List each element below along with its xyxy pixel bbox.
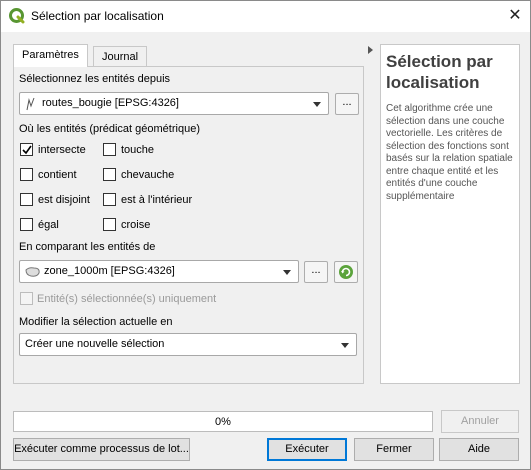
close-button[interactable]: Fermer xyxy=(354,438,434,461)
checkbox-equals-label: égal xyxy=(38,219,59,231)
checkbox-contains-label: contient xyxy=(38,169,77,181)
parameters-panel: Sélectionnez les entités depuis routes_b… xyxy=(13,66,364,384)
help-panel: Sélection par localisation Cet algorithm… xyxy=(380,44,520,384)
checkbox-disjoint-label: est disjoint xyxy=(38,194,90,206)
help-title: Sélection par localisation xyxy=(386,52,493,92)
checkbox-intersects[interactable] xyxy=(20,143,33,156)
checkbox-selected-only-label: Entité(s) sélectionnée(s) uniquement xyxy=(37,293,217,305)
line-layer-icon xyxy=(26,97,35,111)
compare-layer-value: zone_1000m [EPSG:4326] xyxy=(44,265,175,277)
checkbox-overlaps[interactable] xyxy=(103,168,116,181)
source-layer-combo[interactable]: routes_bougie [EPSG:4326] xyxy=(19,92,329,115)
title-bar: Sélection par localisation ✕ xyxy=(1,1,530,32)
close-window-button[interactable]: ✕ xyxy=(500,1,530,32)
checkbox-within-label: est à l'intérieur xyxy=(121,194,193,206)
progress-text: 0% xyxy=(215,416,231,428)
help-button[interactable]: Aide xyxy=(439,438,519,461)
chevron-down-icon xyxy=(341,343,349,348)
checkbox-within[interactable] xyxy=(103,193,116,206)
run-button[interactable]: Exécuter xyxy=(267,438,347,461)
window-title: Sélection par localisation xyxy=(31,9,164,23)
compare-label: En comparant les entités de xyxy=(19,241,156,253)
help-description: Cet algorithme crée une sélection dans u… xyxy=(386,103,513,202)
checkbox-crosses[interactable] xyxy=(103,218,116,231)
checkbox-equals[interactable] xyxy=(20,218,33,231)
modify-selection-label: Modifier la sélection actuelle en xyxy=(19,316,173,328)
select-from-label: Sélectionnez les entités depuis xyxy=(19,73,171,85)
checkmark-icon xyxy=(22,145,32,155)
checkbox-overlaps-label: chevauche xyxy=(121,169,175,181)
checkbox-disjoint[interactable] xyxy=(20,193,33,206)
checkbox-selected-only[interactable] xyxy=(20,292,33,305)
modify-selection-combo[interactable]: Créer une nouvelle sélection xyxy=(19,333,357,356)
chevron-down-icon xyxy=(313,102,321,107)
checkbox-touches-label: touche xyxy=(121,144,155,156)
checkbox-contains[interactable] xyxy=(20,168,33,181)
source-layer-value: routes_bougie [EPSG:4326] xyxy=(42,97,179,109)
chevron-down-icon xyxy=(283,270,291,275)
source-layer-browse-button[interactable]: ... xyxy=(335,93,359,115)
compare-layer-browse-button[interactable]: ... xyxy=(304,261,328,283)
polygon-layer-icon xyxy=(25,267,40,277)
cancel-button[interactable]: Annuler xyxy=(441,410,519,433)
compare-layer-combo[interactable]: zone_1000m [EPSG:4326] xyxy=(19,260,299,283)
iterate-button[interactable] xyxy=(334,261,358,283)
batch-process-button[interactable]: Exécuter comme processus de lot... xyxy=(13,438,190,461)
tab-log[interactable]: Journal xyxy=(93,46,148,67)
qgis-logo-icon xyxy=(9,8,25,24)
checkbox-touches[interactable] xyxy=(103,143,116,156)
tab-parameters[interactable]: Paramètres xyxy=(13,44,88,67)
modify-selection-value: Créer une nouvelle sélection xyxy=(25,338,165,350)
collapse-help-arrow-icon[interactable] xyxy=(368,46,373,54)
predicate-label: Où les entités (prédicat géométrique) xyxy=(19,123,200,135)
checkbox-intersects-label: intersecte xyxy=(38,144,86,156)
iterate-icon xyxy=(339,265,353,279)
progress-bar: 0% xyxy=(13,411,433,432)
checkbox-crosses-label: croise xyxy=(121,219,151,231)
dialog-window: Sélection par localisation ✕ Paramètres … xyxy=(0,0,531,470)
